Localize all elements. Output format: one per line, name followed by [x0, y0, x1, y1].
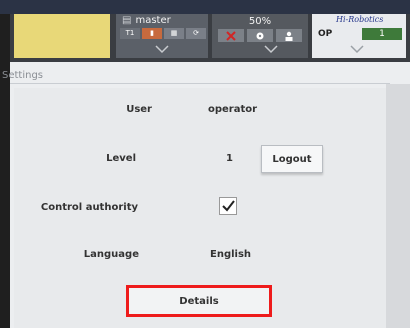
t1-button[interactable]: T1: [120, 28, 140, 39]
user-value: operator: [208, 104, 258, 115]
brand-logo: Hi-Robotics: [336, 15, 384, 24]
control-authority-checkbox[interactable]: [219, 197, 237, 215]
master-label: ▤ master: [122, 15, 171, 26]
checkmark-icon: [222, 200, 235, 212]
level-value: 1: [226, 153, 233, 164]
details-button[interactable]: Details: [126, 285, 272, 317]
cross-icon: [226, 30, 236, 41]
chevron-down-icon[interactable]: [155, 44, 169, 54]
user-icon: [285, 31, 293, 41]
language-label: Language: [83, 249, 139, 260]
header-bar: ▤ master T1 ▮ ▦ ⟳ 50% Hi-Robotics OP 1: [10, 14, 410, 62]
grid-icon[interactable]: ▦: [164, 28, 184, 39]
master-panel[interactable]: ▤ master T1 ▮ ▦ ⟳: [116, 14, 208, 58]
divider: [10, 83, 390, 84]
gear-icon[interactable]: [247, 29, 273, 42]
user-label: User: [126, 104, 152, 115]
brand-panel[interactable]: Hi-Robotics OP 1: [312, 14, 406, 58]
side-frame: [386, 84, 410, 328]
robot-pendant-screen: ▤ master T1 ▮ ▦ ⟳ 50% Hi-Robotics OP 1 S…: [0, 0, 410, 328]
chevron-down-icon[interactable]: [264, 44, 278, 54]
stop-icon[interactable]: [218, 29, 244, 42]
settings-gear-icon: [256, 32, 264, 39]
control-authority-label: Control authority: [40, 202, 138, 213]
run-mode-icon[interactable]: ▮: [142, 28, 162, 39]
op-label: OP: [318, 29, 333, 39]
level-label: Level: [106, 153, 136, 164]
person-icon[interactable]: [276, 29, 302, 42]
mode-indicator[interactable]: [14, 14, 110, 58]
master-controls: T1 ▮ ▦ ⟳: [120, 28, 206, 39]
speed-value: 50%: [248, 16, 272, 27]
top-status-strip: [0, 0, 410, 14]
chevron-down-icon[interactable]: [350, 44, 364, 54]
speed-controls: [218, 29, 302, 42]
logout-button[interactable]: Logout: [261, 145, 323, 173]
speed-panel[interactable]: 50%: [212, 14, 308, 58]
language-value[interactable]: English: [210, 249, 251, 260]
settings-title: Settings: [2, 70, 44, 81]
op-value: 1: [362, 28, 402, 40]
document-icon: ▤: [122, 15, 132, 26]
cycle-icon[interactable]: ⟳: [186, 28, 206, 39]
